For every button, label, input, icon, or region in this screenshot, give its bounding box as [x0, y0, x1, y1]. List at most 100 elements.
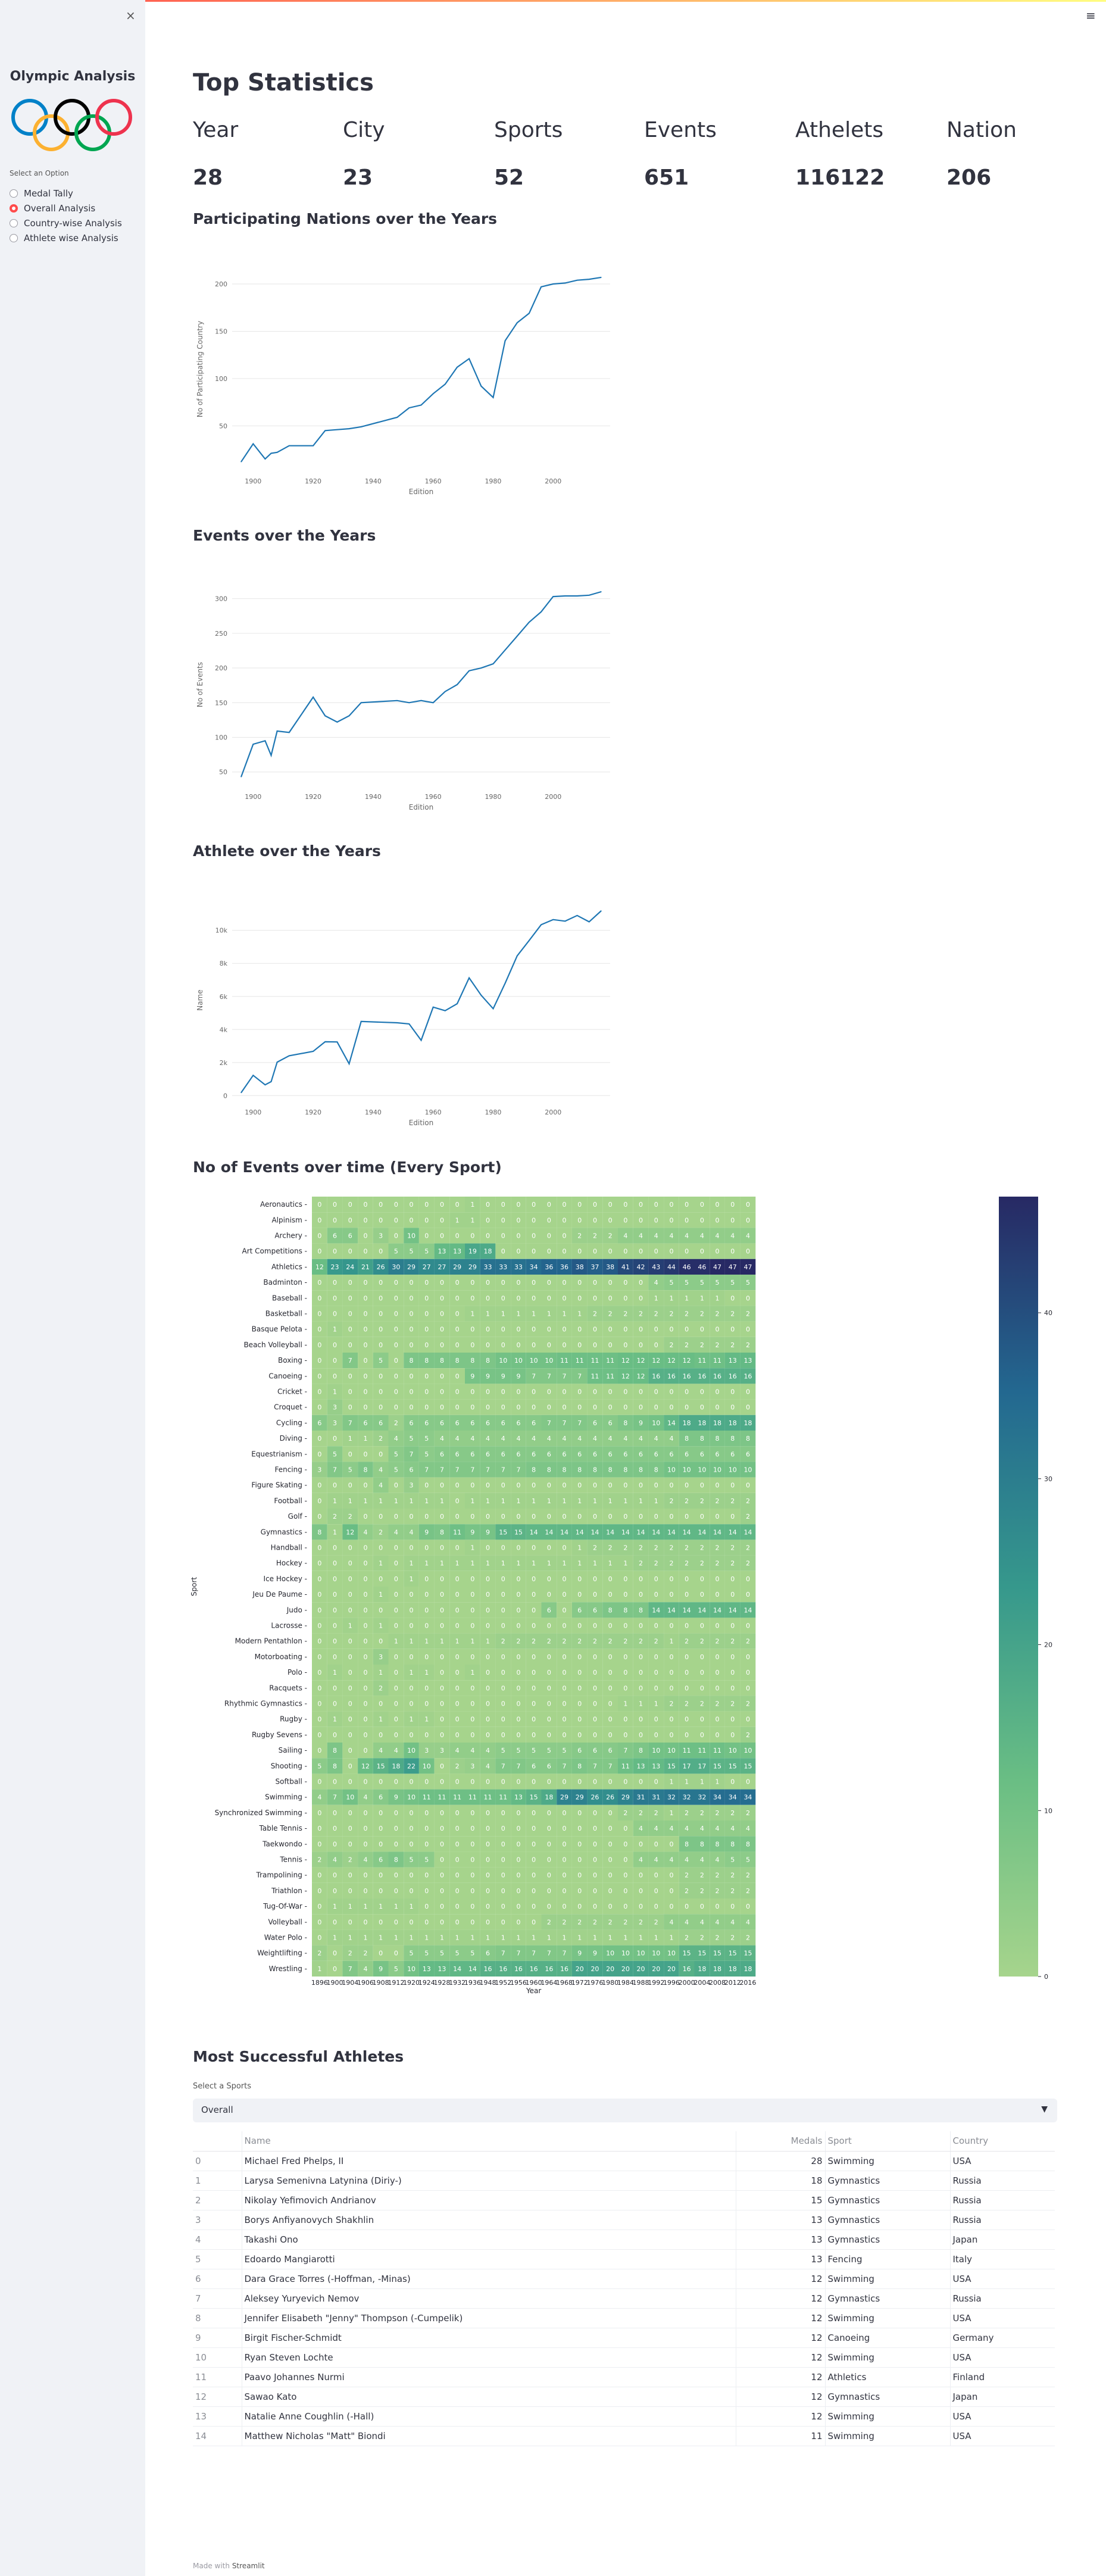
heatmap-cell-value: 4 — [685, 1856, 689, 1864]
heatmap-cell-value: 0 — [440, 1201, 444, 1209]
heatmap-cell-value: 8 — [746, 1840, 750, 1848]
heatmap-cell-value: 6 — [501, 1419, 505, 1427]
heatmap-cell-value: 12 — [637, 1357, 645, 1365]
column-header[interactable] — [193, 2131, 242, 2152]
heatmap-cell-value: 1 — [532, 1934, 536, 1942]
heatmap-cell-value: 0 — [470, 1326, 474, 1334]
table-row[interactable]: 8 Jennifer Elisabeth "Jenny" Thompson (-C… — [193, 2308, 1055, 2328]
table-cell: 1 — [193, 2171, 242, 2191]
heatmap-cell-value: 0 — [669, 1513, 673, 1520]
heatmap-cell-value: 0 — [348, 1716, 352, 1723]
heatmap-cell-value: 0 — [669, 1716, 673, 1723]
heatmap-cell-value: 5 — [424, 1856, 429, 1864]
column-header[interactable]: Name — [242, 2131, 736, 2152]
heatmap-cell-value: 12 — [621, 1372, 630, 1380]
heatmap-cell-value: 2 — [716, 1638, 720, 1645]
heatmap-cell-value: 4 — [379, 1466, 383, 1474]
heatmap-cell-value: 0 — [363, 1482, 367, 1490]
heatmap-cell-value: 0 — [348, 1482, 352, 1490]
table-row[interactable]: 0 Michael Fred Phelps, II 28 Swimming USA — [193, 2151, 1055, 2171]
heatmap-cell-value: 2 — [716, 1560, 720, 1568]
heatmap-cell-value: 0 — [455, 1778, 460, 1786]
radio-button-icon[interactable] — [10, 234, 18, 242]
heatmap-cell-value: 10 — [743, 1747, 752, 1754]
radio-option[interactable]: Medal Tally — [10, 188, 73, 199]
heatmap-cell-value: 0 — [730, 1778, 735, 1786]
table-row[interactable]: 1 Larysa Semenivna Latynina (Diriy-) 18 Gym… — [193, 2171, 1055, 2191]
table-row[interactable]: 5 Edoardo Mangiarotti 13 Fencing Italy — [193, 2249, 1055, 2269]
heatmap-cell-value: 0 — [577, 1809, 582, 1817]
table-row[interactable]: 12 Sawao Kato 12 Gymnastics Japan — [193, 2387, 1055, 2407]
data-point — [576, 595, 578, 597]
heatmap-cell-value: 0 — [547, 1201, 551, 1209]
sidebar-title: Olympic Analysis — [10, 69, 136, 84]
data-point — [408, 407, 410, 408]
heatmap-y-axis-label: Sport — [190, 1577, 198, 1597]
column-header[interactable]: Sport — [825, 2131, 951, 2152]
heatmap-cell-value: 14 — [621, 1528, 630, 1536]
radio-button-icon[interactable] — [10, 189, 18, 198]
stat-label: Athelets — [795, 118, 884, 142]
heatmap-cell-value: 1 — [394, 1497, 398, 1505]
close-sidebar-icon[interactable]: × — [126, 8, 136, 23]
heatmap-cell-value: 0 — [455, 1372, 460, 1380]
radio-option-label: Overall Analysis — [24, 203, 96, 214]
radio-option[interactable]: Overall Analysis — [10, 203, 95, 214]
heatmap-cell-value: 0 — [410, 1840, 414, 1848]
x-axis-label: Edition — [409, 488, 434, 496]
table-row[interactable]: 14 Matthew Nicholas "Matt" Biondi 11 Swimmi… — [193, 2426, 1055, 2446]
column-header[interactable]: Country — [950, 2131, 1055, 2152]
table-row[interactable]: 3 Borys Anfiyanovych Shakhlin 13 Gymnastics… — [193, 2210, 1055, 2230]
heatmap-cell-value: 1 — [470, 1560, 474, 1568]
sport-select[interactable]: Overall ▼ — [193, 2099, 1057, 2122]
heatmap-cell-value: 0 — [440, 1575, 444, 1583]
table-row[interactable]: 10 Ryan Steven Lochte 12 Swimming USA — [193, 2347, 1055, 2368]
table-row[interactable]: 13 Natalie Anne Coughlin (-Hall) 12 Swimmin… — [193, 2406, 1055, 2427]
radio-option[interactable]: Athlete wise Analysis — [10, 233, 118, 243]
heatmap-cell-value: 0 — [424, 1575, 429, 1583]
y-axis-label: Name — [196, 989, 204, 1010]
table-row[interactable]: 11 Paavo Johannes Nurmi 12 Athletics Finland — [193, 2367, 1055, 2387]
heatmap-cell-value: 6 — [486, 1950, 490, 1957]
heatmap-cell-value: 9 — [486, 1372, 490, 1380]
table-cell: Gymnastics — [825, 2190, 951, 2210]
data-point — [540, 924, 542, 926]
heatmap-cell-value: 0 — [379, 1310, 383, 1318]
heatmap-cell-value: 0 — [516, 1716, 520, 1723]
table-row[interactable]: 2 Nikolay Yefimovich Andrianov 15 Gymnastic… — [193, 2190, 1055, 2210]
heatmap-cell-value: 1 — [608, 1934, 613, 1942]
heatmap-cell-value: 4 — [486, 1762, 490, 1770]
heatmap-cell-value: 8 — [623, 1419, 627, 1427]
heatmap-cell-value: 0 — [654, 1731, 658, 1739]
radio-option[interactable]: Country-wise Analysis — [10, 218, 122, 229]
heatmap-cell-value: 4 — [700, 1825, 704, 1832]
heatmap-cell-value: 0 — [470, 1809, 474, 1817]
heatmap-cell-value: 5 — [333, 1450, 337, 1458]
column-header[interactable]: Medals — [736, 2131, 826, 2152]
heatmap-cell-value: 1 — [348, 1435, 352, 1442]
x-tick-label: 1960 — [425, 793, 442, 801]
hamburger-menu-icon[interactable]: ≡ — [1086, 8, 1096, 23]
heatmap-cell-value: 1 — [716, 1294, 720, 1302]
data-point — [264, 740, 266, 742]
heatmap-cell-value: 0 — [532, 1591, 536, 1598]
nations-line-chart: 501001502001900 1920 1940 1960 1980 2000Editi… — [196, 276, 610, 496]
table-row[interactable]: 7 Aleksey Yuryevich Nemov 12 Gymnastics Russ… — [193, 2288, 1055, 2309]
heatmap-cell-value: 1 — [424, 1934, 429, 1942]
heatmap-cell-value: 0 — [486, 1887, 490, 1895]
heatmap-cell-value: 0 — [623, 1856, 627, 1864]
heatmap-cell-value: 0 — [363, 1669, 367, 1676]
heatmap-cell-value: 0 — [379, 1201, 383, 1209]
table-row[interactable]: 9 Birgit Fischer-Schmidt 12 Canoeing Germany — [193, 2328, 1055, 2348]
heatmap-cell-value: 26 — [377, 1263, 385, 1271]
footer-brand-link[interactable]: Streamlit — [232, 2562, 265, 2570]
heatmap-cell-value: 0 — [455, 1872, 460, 1879]
heatmap-cell-value: 2 — [501, 1638, 505, 1645]
heatmap-cell-value: 10 — [652, 1747, 660, 1754]
radio-button-icon[interactable] — [10, 219, 18, 227]
table-row[interactable]: 4 Takashi Ono 13 Gymnastics Japan — [193, 2230, 1055, 2250]
radio-button-icon[interactable] — [10, 204, 18, 213]
table-row[interactable]: 6 Dara Grace Torres (-Hoffman, -Minas) 12 S… — [193, 2269, 1055, 2289]
heatmap-cell-value: 0 — [470, 1778, 474, 1786]
heatmap-col-label: 1972 — [571, 1979, 588, 1987]
